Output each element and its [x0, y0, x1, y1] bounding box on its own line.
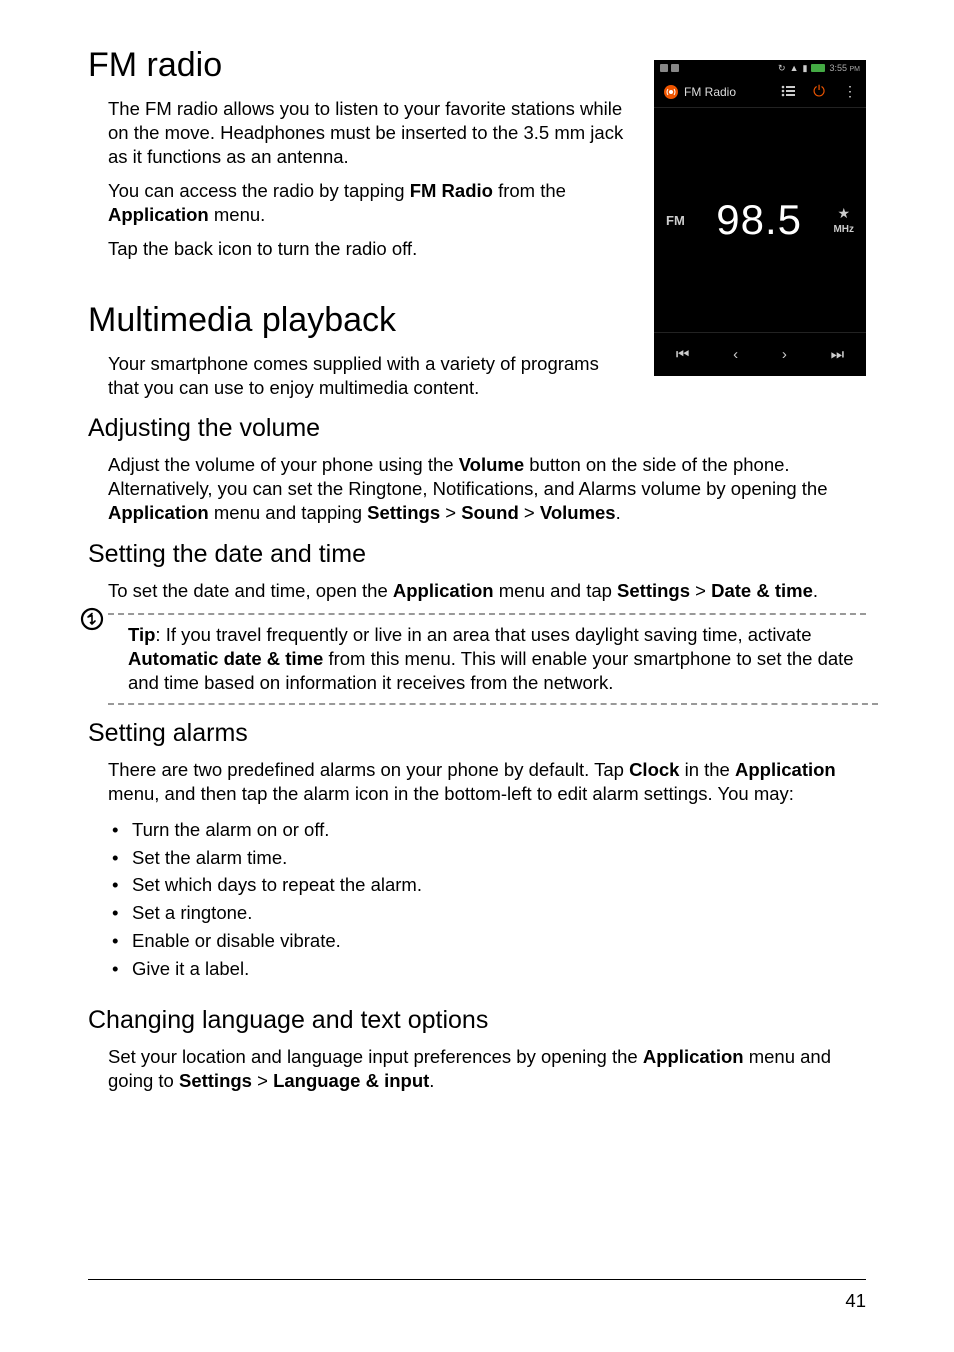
- fm-radio-paragraph-2: You can access the radio by tapping FM R…: [108, 179, 626, 227]
- text-bold: Clock: [629, 759, 679, 780]
- heading-volume: Adjusting the volume: [88, 414, 866, 443]
- prev-button[interactable]: ‹: [733, 346, 738, 363]
- signal-icon: ▮: [803, 63, 808, 74]
- more-icon[interactable]: ⋮: [843, 83, 856, 100]
- fm-radio-paragraph-3: Tap the back icon to turn the radio off.: [108, 237, 626, 261]
- text-bold: Automatic date & time: [128, 648, 323, 669]
- battery-icon: [811, 64, 825, 72]
- frequency-value: 98.5: [716, 196, 802, 244]
- text-bold: Settings: [367, 502, 440, 523]
- text-run: menu and tap: [494, 580, 617, 601]
- list-item: Give it a label.: [108, 955, 866, 983]
- text-run: There are two predefined alarms on your …: [108, 759, 629, 780]
- phone-app-titlebar: FM Radio ⏻ ⋮: [654, 76, 866, 108]
- text-run: To set the date and time, open the: [108, 580, 393, 601]
- next-button[interactable]: ›: [782, 346, 787, 363]
- status-icon: [660, 64, 668, 72]
- next-track-button[interactable]: ⏭: [831, 346, 845, 363]
- text-bold: Volumes: [540, 502, 616, 523]
- text-bold: Application: [735, 759, 836, 780]
- fm-radio-app-icon: [664, 85, 678, 99]
- phone-status-bar: ↻ ▲ ▮ 3:55 PM: [654, 60, 866, 76]
- text-bold: Tip: [128, 624, 155, 645]
- page-footer-rule: [88, 1279, 866, 1280]
- text-bold: Application: [643, 1046, 744, 1067]
- phone-app-title: FM Radio: [684, 85, 736, 99]
- alarms-list: Turn the alarm on or off. Set the alarm …: [108, 816, 866, 983]
- text-bold: Volume: [459, 454, 524, 475]
- phone-nav-bar: ⏮ ‹ › ⏭: [654, 332, 866, 376]
- text-run: Adjust the volume of your phone using th…: [108, 454, 459, 475]
- list-item: Turn the alarm on or off.: [108, 816, 866, 844]
- tip-divider-top: [108, 613, 866, 615]
- station-list-icon[interactable]: [781, 84, 795, 100]
- favorite-star-icon[interactable]: ★: [837, 205, 850, 222]
- tip-icon: [80, 607, 104, 631]
- text-run: >: [519, 502, 540, 523]
- datetime-paragraph: To set the date and time, open the Appli…: [108, 579, 866, 603]
- heading-alarms: Setting alarms: [88, 719, 866, 748]
- text-bold: Language & input: [273, 1070, 429, 1091]
- page-number: 41: [845, 1290, 866, 1312]
- text-run: menu and tapping: [209, 502, 367, 523]
- phone-frequency-display: FM 98.5 ★ MHz: [654, 108, 866, 332]
- text-run: .: [429, 1070, 434, 1091]
- prev-track-button[interactable]: ⏮: [676, 346, 690, 363]
- fm-radio-paragraph-1: The FM radio allows you to listen to you…: [108, 97, 626, 169]
- heading-language: Changing language and text options: [88, 1006, 866, 1035]
- fm-radio-app-screenshot: ↻ ▲ ▮ 3:55 PM FM Radio ⏻ ⋮ FM 98.5 ★ MHz: [654, 60, 866, 376]
- text-bold: Sound: [461, 502, 519, 523]
- sync-icon: ↻: [778, 63, 786, 74]
- text-run: menu.: [209, 204, 266, 225]
- status-time: 3:55 PM: [829, 63, 860, 73]
- text-run: >: [440, 502, 461, 523]
- text-run: You can access the radio by tapping: [108, 180, 410, 201]
- text-run: >: [252, 1070, 273, 1091]
- list-item: Set a ringtone.: [108, 899, 866, 927]
- language-paragraph: Set your location and language input pre…: [108, 1045, 866, 1093]
- fm-label: FM: [666, 213, 685, 228]
- text-run: .: [813, 580, 818, 601]
- list-item: Set the alarm time.: [108, 844, 866, 872]
- text-bold: Application: [108, 502, 209, 523]
- alarms-paragraph: There are two predefined alarms on your …: [108, 758, 866, 806]
- mhz-label: MHz: [833, 224, 854, 235]
- tip-divider-bottom: [108, 703, 878, 705]
- list-item: Set which days to repeat the alarm.: [108, 871, 866, 899]
- heading-datetime: Setting the date and time: [88, 540, 866, 569]
- list-item: Enable or disable vibrate.: [108, 927, 866, 955]
- text-run: in the: [679, 759, 735, 780]
- text-run: Set your location and language input pre…: [108, 1046, 643, 1067]
- tip-text: Tip: If you travel frequently or live in…: [128, 623, 866, 695]
- tip-callout: Tip: If you travel frequently or live in…: [108, 613, 866, 705]
- text-run: from the: [493, 180, 566, 201]
- multimedia-paragraph: Your smartphone comes supplied with a va…: [108, 352, 626, 400]
- text-bold: Settings: [179, 1070, 252, 1091]
- wifi-icon: ▲: [790, 63, 799, 73]
- text-run: menu, and then tap the alarm icon in the…: [108, 783, 794, 804]
- text-bold: Settings: [617, 580, 690, 601]
- volume-paragraph: Adjust the volume of your phone using th…: [108, 453, 866, 525]
- text-bold: FM Radio: [410, 180, 493, 201]
- text-bold: Date & time: [711, 580, 813, 601]
- text-run: : If you travel frequently or live in an…: [155, 624, 811, 645]
- status-icon: [671, 64, 679, 72]
- power-icon[interactable]: ⏻: [813, 83, 825, 100]
- text-run: .: [616, 502, 621, 523]
- text-bold: Application: [108, 204, 209, 225]
- text-bold: Application: [393, 580, 494, 601]
- text-run: >: [690, 580, 711, 601]
